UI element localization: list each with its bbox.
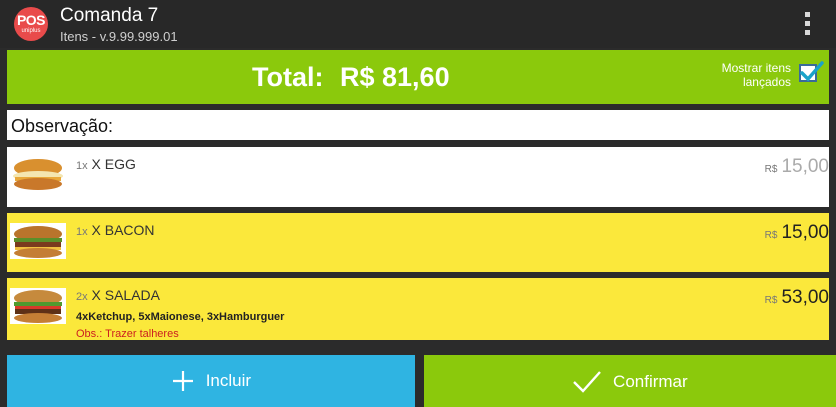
- app-title: Comanda 7: [60, 5, 159, 26]
- item-observation: Obs.: Trazer talheres: [76, 328, 179, 340]
- logo-subtext: uniplus: [21, 28, 41, 34]
- observation-label: Observação:: [11, 116, 114, 136]
- show-items-checkbox[interactable]: [799, 61, 824, 82]
- show-items-label: Mostrar itens lançados: [721, 61, 791, 89]
- item-name: 1x X BACON: [76, 222, 155, 238]
- observation-row[interactable]: Observação:: [7, 110, 829, 140]
- include-label: Incluir: [205, 371, 252, 390]
- burger-image: [10, 156, 66, 192]
- item-details: 4xKetchup, 5xMaionese, 3xHamburguer: [76, 311, 285, 323]
- item-price: R$ 53,00: [764, 287, 829, 308]
- burger-image: [10, 288, 66, 324]
- list-item[interactable]: 1x X BACON R$ 15,00: [7, 213, 829, 272]
- logo-text: POS: [16, 12, 46, 28]
- item-price: R$ 15,00: [764, 222, 829, 243]
- confirm-button[interactable]: Confirmar: [424, 355, 836, 407]
- confirm-label: Confirmar: [613, 372, 688, 391]
- app-bar: POS uniplus Comanda 7 Itens - v.9.99.999…: [0, 0, 836, 48]
- item-name: 1x X EGG: [76, 156, 136, 172]
- total-bar: Total: R$ 81,60 Mostrar itens lançados: [7, 50, 829, 104]
- item-name: 2x X SALADA: [76, 287, 160, 303]
- list-item[interactable]: 1x X EGG R$ 15,00: [7, 147, 829, 207]
- total-value: R$ 81,60: [340, 62, 450, 92]
- list-item[interactable]: 2x X SALADA R$ 53,00 4xKetchup, 5xMaiones…: [7, 278, 829, 340]
- menu-icon[interactable]: [800, 10, 814, 40]
- total-label: Total:: [252, 62, 324, 92]
- app-logo: POS uniplus: [14, 7, 48, 41]
- app-subtitle: Itens - v.9.99.999.01: [60, 29, 178, 44]
- item-price: R$ 15,00: [764, 156, 829, 177]
- check-icon: [573, 371, 602, 393]
- include-button[interactable]: Incluir: [7, 355, 415, 407]
- burger-image: [10, 223, 66, 259]
- check-icon: [800, 61, 824, 82]
- plus-icon: [172, 371, 193, 391]
